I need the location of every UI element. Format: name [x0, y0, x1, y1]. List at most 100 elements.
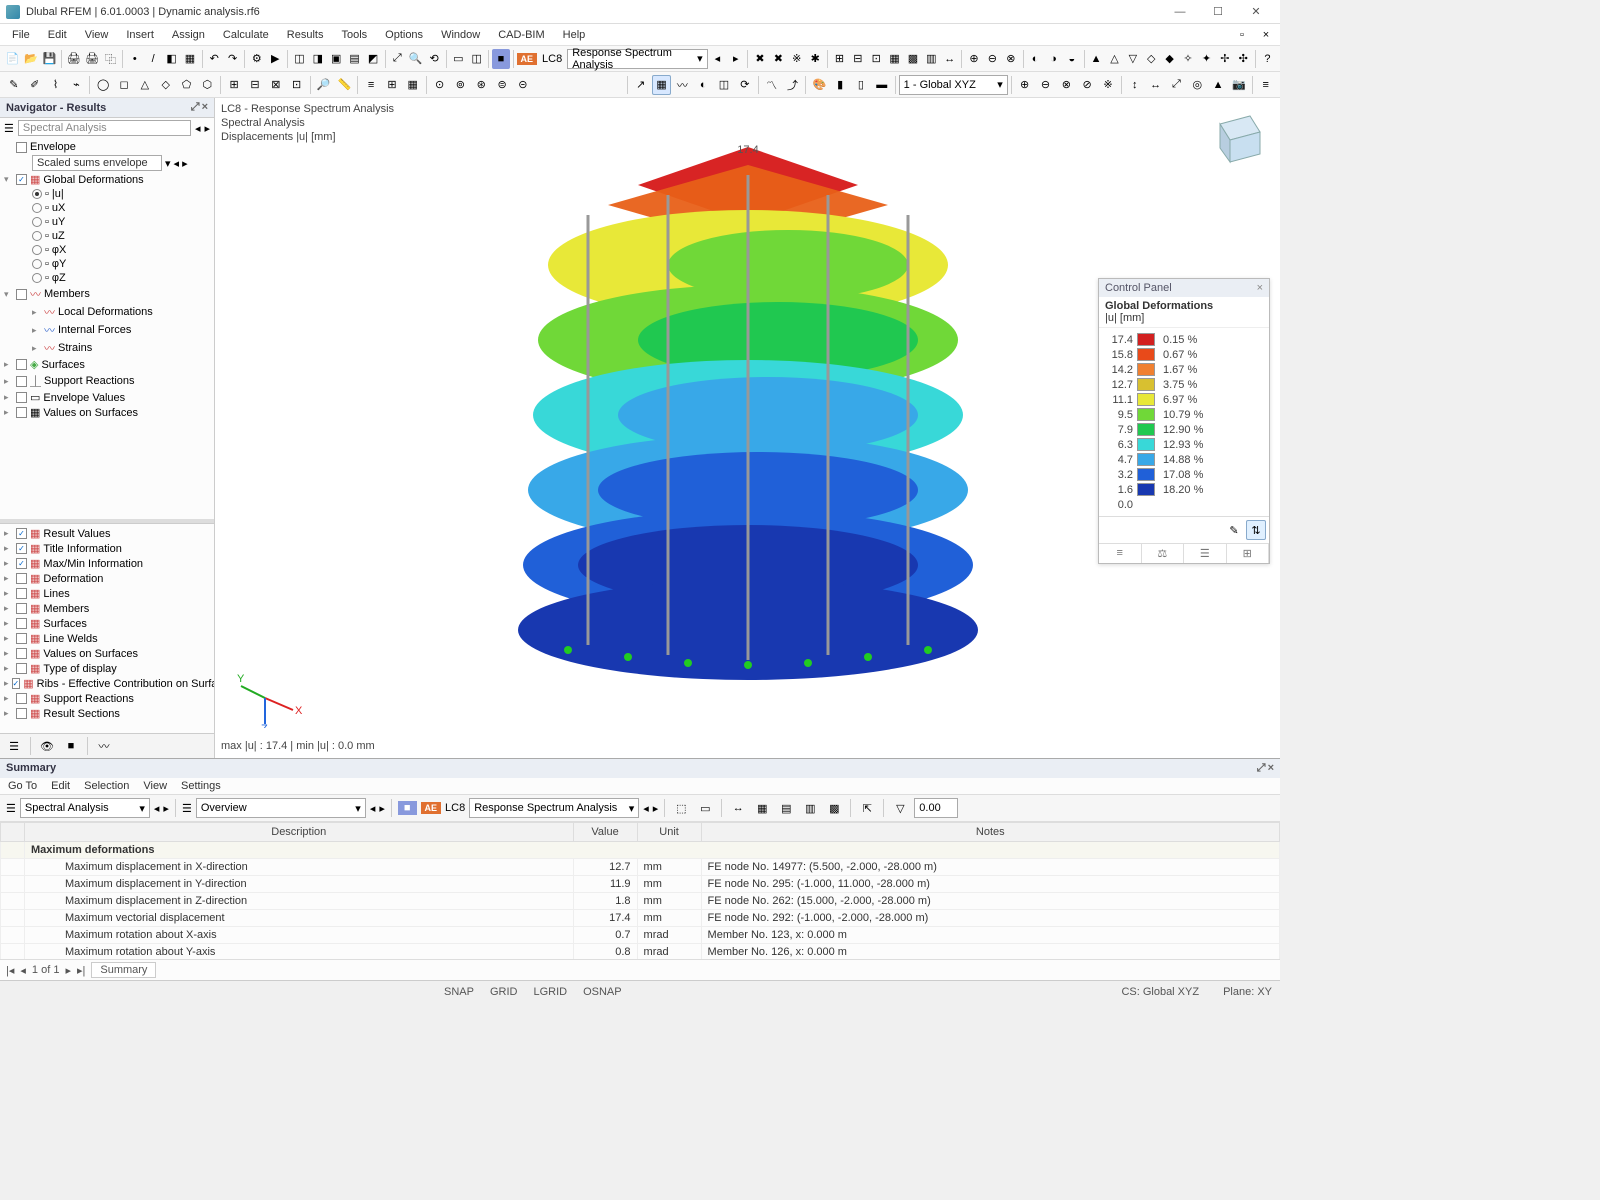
extra-8-icon[interactable]: ⤢ [1167, 75, 1187, 95]
menu-options[interactable]: Options [377, 27, 431, 43]
tool-6-icon[interactable]: ▥ [923, 49, 940, 69]
extra-10-icon[interactable]: ▲ [1208, 75, 1228, 95]
sum-filter2-icon[interactable]: ▽ [890, 798, 910, 818]
tool-4-icon[interactable]: ▦ [886, 49, 903, 69]
filter-a-icon[interactable]: ✖ [751, 49, 768, 69]
nav-close-icon[interactable]: × [202, 101, 208, 114]
chk-env[interactable] [16, 392, 27, 403]
sum-prev-a-icon[interactable]: ◂ [154, 802, 160, 815]
cp-close-icon[interactable]: × [1257, 282, 1263, 294]
navbot-chk-10[interactable] [12, 678, 21, 689]
navbot-item-11[interactable]: ▸▦Support Reactions [2, 691, 212, 706]
tool2-4-icon[interactable]: ⊡ [287, 75, 307, 95]
tool-2-icon[interactable]: ⊟ [849, 49, 866, 69]
sum-prev-b-icon[interactable]: ◂ [370, 802, 376, 815]
sum-precision-combo[interactable]: 0.00 [914, 798, 958, 818]
tree-uz[interactable]: ▫uZ [2, 229, 212, 243]
sum-t2-icon[interactable]: ▤ [776, 798, 796, 818]
member-icon[interactable]: / [144, 49, 161, 69]
nav-tab-data-icon[interactable]: ☰ [4, 736, 24, 756]
shape-6-icon[interactable]: ⬡ [197, 75, 217, 95]
plane-icon[interactable]: ▭ [450, 49, 467, 69]
view-iso-icon[interactable]: ◫ [291, 49, 308, 69]
navbot-chk-4[interactable] [16, 588, 27, 599]
sum-overview-icon[interactable]: ☰ [182, 802, 192, 815]
table-row[interactable]: Maximum displacement in Z-direction1.8mm… [1, 893, 1280, 910]
menu-assign[interactable]: Assign [164, 27, 213, 43]
sum-menu-settings[interactable]: Settings [181, 780, 221, 792]
maximize-button[interactable]: ☐ [1200, 2, 1236, 22]
tree-ux[interactable]: ▫uX [2, 201, 212, 215]
tool-dim-icon[interactable]: ↔ [941, 49, 958, 69]
shape-1-icon[interactable]: ◯ [93, 75, 113, 95]
tree-localdef[interactable]: ▸〰Local Deformations [2, 303, 212, 321]
nav-prev-icon[interactable]: ◂ [195, 122, 201, 135]
result-2-icon[interactable]: ▦ [652, 75, 672, 95]
tree-env[interactable]: ▸▭Envelope Values [2, 390, 212, 405]
navbot-chk-3[interactable] [16, 573, 27, 584]
navbot-chk-5[interactable] [16, 603, 27, 614]
minimize-button[interactable]: — [1162, 2, 1198, 22]
col-unit[interactable]: Unit [637, 823, 701, 842]
extra-9-icon[interactable]: ◎ [1187, 75, 1207, 95]
col-value[interactable]: Value [573, 823, 637, 842]
lc-prev-icon[interactable]: ◂ [709, 49, 726, 69]
cp-toggle-icon[interactable]: ⇅ [1246, 520, 1266, 540]
save-icon[interactable]: 💾 [41, 49, 58, 69]
result-6-icon[interactable]: ⟳ [735, 75, 755, 95]
workplane-icon[interactable]: ◫ [468, 49, 485, 69]
navbot-item-7[interactable]: ▸▦Line Welds [2, 631, 212, 646]
render-d-icon[interactable]: ◇ [1143, 49, 1160, 69]
table-row[interactable]: Maximum rotation about Y-axis0.8mradMemb… [1, 944, 1280, 960]
menu-calculate[interactable]: Calculate [215, 27, 277, 43]
zoom-fit-icon[interactable]: ⤢ [389, 49, 406, 69]
tool2-1-icon[interactable]: ⊞ [224, 75, 244, 95]
tree-u[interactable]: ▫|u| [2, 187, 212, 201]
sum-pin-icon[interactable]: ⤢ [1257, 762, 1266, 775]
pager-prev-icon[interactable]: ◂ [20, 964, 26, 977]
table-row[interactable]: Maximum displacement in Y-direction11.9m… [1, 876, 1280, 893]
shape-3-icon[interactable]: △ [135, 75, 155, 95]
summary-table[interactable]: Description Value Unit Notes Maximum def… [0, 822, 1280, 959]
sum-select-icon[interactable]: ⬚ [671, 798, 691, 818]
status-grid[interactable]: GRID [490, 986, 518, 998]
render-b-icon[interactable]: △ [1106, 49, 1123, 69]
radio-phix[interactable] [32, 245, 42, 255]
table-icon[interactable]: ▦ [403, 75, 423, 95]
sum-dim-icon[interactable]: ↔ [728, 798, 748, 818]
table-row[interactable]: Maximum vectorial displacement17.4mmFE n… [1, 910, 1280, 927]
extra-7-icon[interactable]: ↔ [1146, 75, 1166, 95]
nav-pin-icon[interactable]: ⤢ [191, 101, 200, 114]
navbot-chk-11[interactable] [16, 693, 27, 704]
navbot-chk-7[interactable] [16, 633, 27, 644]
cp-tab-3[interactable]: ☰ [1184, 544, 1227, 563]
menu-view[interactable]: View [77, 27, 117, 43]
result-4-icon[interactable]: ◐ [693, 75, 713, 95]
tree-phiy[interactable]: ▫φY [2, 257, 212, 271]
extra-2-icon[interactable]: ⊖ [1036, 75, 1056, 95]
snap-3-icon[interactable]: ⊛ [471, 75, 491, 95]
cp-edit-icon[interactable]: ✎ [1224, 520, 1244, 540]
tool-9-icon[interactable]: ⊗ [1002, 49, 1019, 69]
tool-7-icon[interactable]: ⊕ [965, 49, 982, 69]
menu-help[interactable]: Help [555, 27, 594, 43]
sum-next-a-icon[interactable]: ▸ [163, 802, 169, 815]
edit-4-icon[interactable]: ⌁ [66, 75, 86, 95]
filter-b-icon[interactable]: ✖ [770, 49, 787, 69]
shape-4-icon[interactable]: ◇ [156, 75, 176, 95]
cp-tab-2[interactable]: ⚖ [1142, 544, 1185, 563]
menu-cadbim[interactable]: CAD-BIM [490, 27, 552, 43]
navbot-chk-0[interactable] [16, 528, 27, 539]
display-a-icon[interactable]: ◐ [1026, 49, 1043, 69]
tree-strains[interactable]: ▸〰Strains [2, 339, 212, 357]
chk-mem[interactable] [16, 289, 27, 300]
nav-analysis-combo[interactable]: Spectral Analysis [18, 120, 191, 136]
view-x-icon[interactable]: ◨ [309, 49, 326, 69]
view-y-icon[interactable]: ▣ [328, 49, 345, 69]
env-prev-icon[interactable]: ◂ [174, 157, 180, 170]
run-icon[interactable]: ▶ [267, 49, 284, 69]
tree-surfaces[interactable]: ▸◈Surfaces [2, 357, 212, 372]
render-h-icon[interactable]: ✢ [1216, 49, 1233, 69]
sum-t1-icon[interactable]: ▦ [752, 798, 772, 818]
navbot-chk-1[interactable] [16, 543, 27, 554]
